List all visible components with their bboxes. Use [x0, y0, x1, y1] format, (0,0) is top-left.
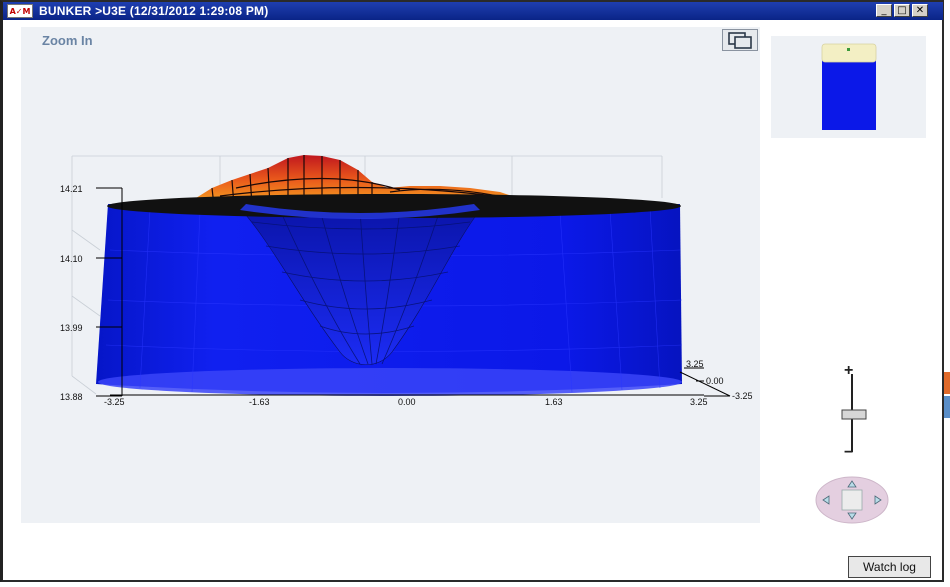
- y-tick-2: 14.10: [60, 254, 83, 264]
- zoom-slider-icon: [841, 374, 867, 452]
- y-tick-3: 13.99: [60, 323, 83, 333]
- x-tick-2: -1.63: [249, 397, 270, 407]
- x-tick-4: 1.63: [545, 397, 563, 407]
- zoom-minus-button[interactable]: −: [844, 444, 853, 462]
- background-edge: [944, 372, 950, 418]
- y-tick-4: 13.88: [60, 392, 83, 402]
- bunker-3d-plot[interactable]: 14.21 14.10 13.99 13.88 -3.25 -1.63 0.00…: [0, 0, 950, 587]
- zoom-plus-button[interactable]: +: [844, 362, 853, 380]
- x-tick-1: -3.25: [104, 397, 125, 407]
- watch-log-button[interactable]: Watch log: [848, 556, 931, 578]
- y-tick-1: 14.21: [60, 184, 83, 194]
- pan-control[interactable]: [815, 476, 890, 524]
- bunker-bottom: [98, 368, 682, 396]
- depth-tick-1: 3.25: [686, 359, 704, 369]
- x-tick-5: 3.25: [690, 397, 708, 407]
- pan-pad-icon: [815, 476, 889, 524]
- x-tick-3: 0.00: [398, 397, 416, 407]
- depth-tick-3: -3.25: [732, 391, 753, 401]
- zoom-slider[interactable]: + −: [830, 362, 878, 462]
- depth-tick-2: 0.00: [706, 376, 724, 386]
